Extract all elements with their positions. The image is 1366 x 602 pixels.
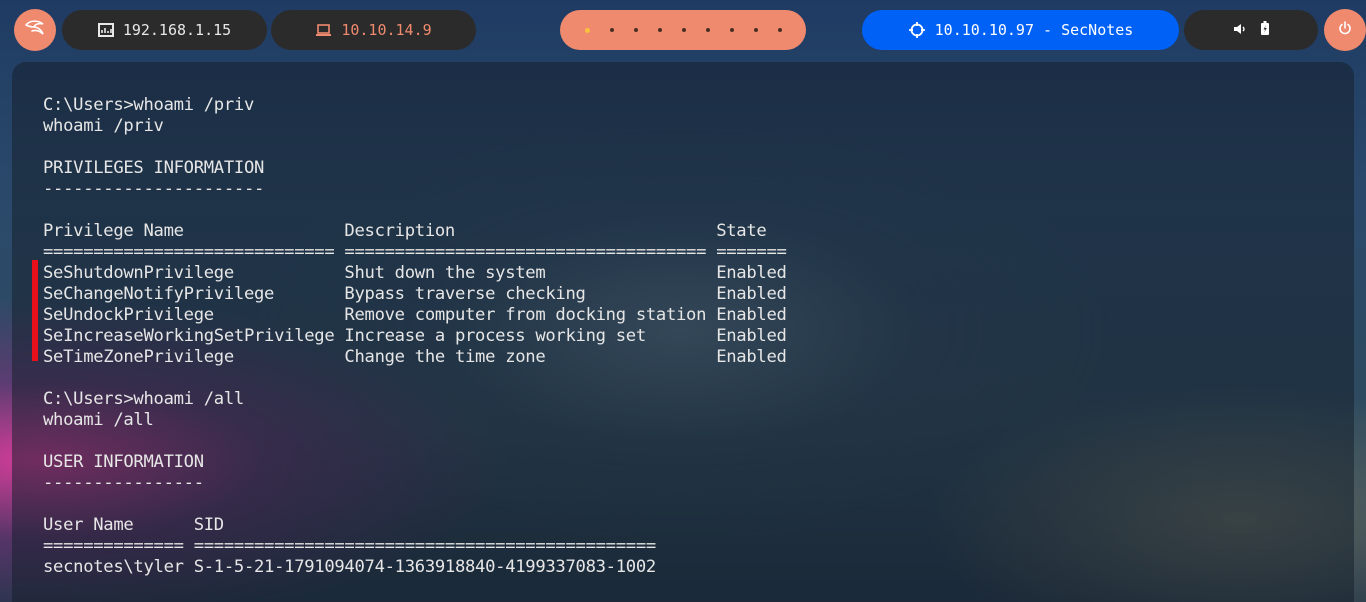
power-button[interactable] — [1324, 9, 1366, 51]
terminal-line: SeChangeNotifyPrivilege Bypass traverse … — [43, 284, 787, 304]
workspace-6[interactable] — [705, 28, 710, 32]
terminal-line: PRIVILEGES INFORMATION — [43, 158, 265, 178]
laptop-icon — [315, 23, 332, 37]
workspace-5[interactable] — [681, 28, 686, 32]
vpn-ip-text: 10.10.14.9 — [341, 21, 432, 39]
terminal-line: USER INFORMATION — [43, 452, 204, 472]
local-ip-indicator: 192.168.1.15 — [62, 10, 267, 50]
terminal-line: whoami /priv — [43, 116, 164, 136]
terminal-line: SeShutdownPrivilege Shut down the system… — [43, 263, 787, 283]
battery-icon[interactable] — [1261, 21, 1269, 39]
terminal-line: Privilege Name Description State — [43, 221, 767, 241]
terminal-line: User Name SID — [43, 515, 224, 535]
kali-dragon-icon — [24, 19, 46, 41]
target-indicator: 10.10.10.97 - SecNotes — [862, 10, 1179, 50]
terminal-line: whoami /all — [43, 410, 154, 430]
terminal-line: SeTimeZonePrivilege Change the time zone… — [43, 347, 787, 367]
workspace-2[interactable] — [609, 28, 614, 32]
local-ip-text: 192.168.1.15 — [122, 21, 232, 39]
workspace-7[interactable] — [729, 28, 734, 32]
terminal-line: secnotes\tyler S-1-5-21-1791094074-13639… — [43, 557, 656, 577]
terminal-line: ============== =========================… — [43, 536, 656, 556]
system-tray — [1184, 10, 1318, 50]
menu-button[interactable] — [14, 9, 56, 51]
terminal-line: C:\Users>whoami /all — [43, 389, 244, 409]
workspace-switcher — [560, 10, 806, 50]
terminal-line: SeIncreaseWorkingSetPrivilege Increase a… — [43, 326, 787, 346]
terminal-line: SeUndockPrivilege Remove computer from d… — [43, 305, 787, 325]
terminal-output: C:\Users>whoami /priv whoami /priv PRIVI… — [43, 95, 787, 578]
terminal-line: ============================= ==========… — [43, 242, 787, 262]
terminal-line: ---------------- — [43, 473, 204, 493]
terminal-line: ---------------------- — [43, 179, 265, 199]
workspace-1[interactable] — [584, 27, 590, 33]
workspace-4[interactable] — [657, 28, 662, 32]
crosshair-icon — [908, 21, 926, 39]
speaker-icon[interactable] — [1233, 21, 1247, 39]
terminal-line: C:\Users>whoami /priv — [43, 95, 255, 115]
workspace-3[interactable] — [633, 28, 638, 32]
terminal-window[interactable]: C:\Users>whoami /priv whoami /priv PRIVI… — [12, 62, 1354, 602]
top-bar: 192.168.1.15 10.10.14.9 10.10.10.97 - Se… — [0, 0, 1366, 60]
workspace-8[interactable] — [753, 28, 758, 32]
monitor-icon — [97, 23, 114, 37]
vpn-ip-indicator: 10.10.14.9 — [271, 10, 476, 50]
target-text: 10.10.10.97 - SecNotes — [934, 21, 1134, 39]
workspace-9[interactable] — [777, 28, 782, 32]
highlight-marker — [32, 260, 38, 361]
power-icon — [1338, 21, 1352, 39]
